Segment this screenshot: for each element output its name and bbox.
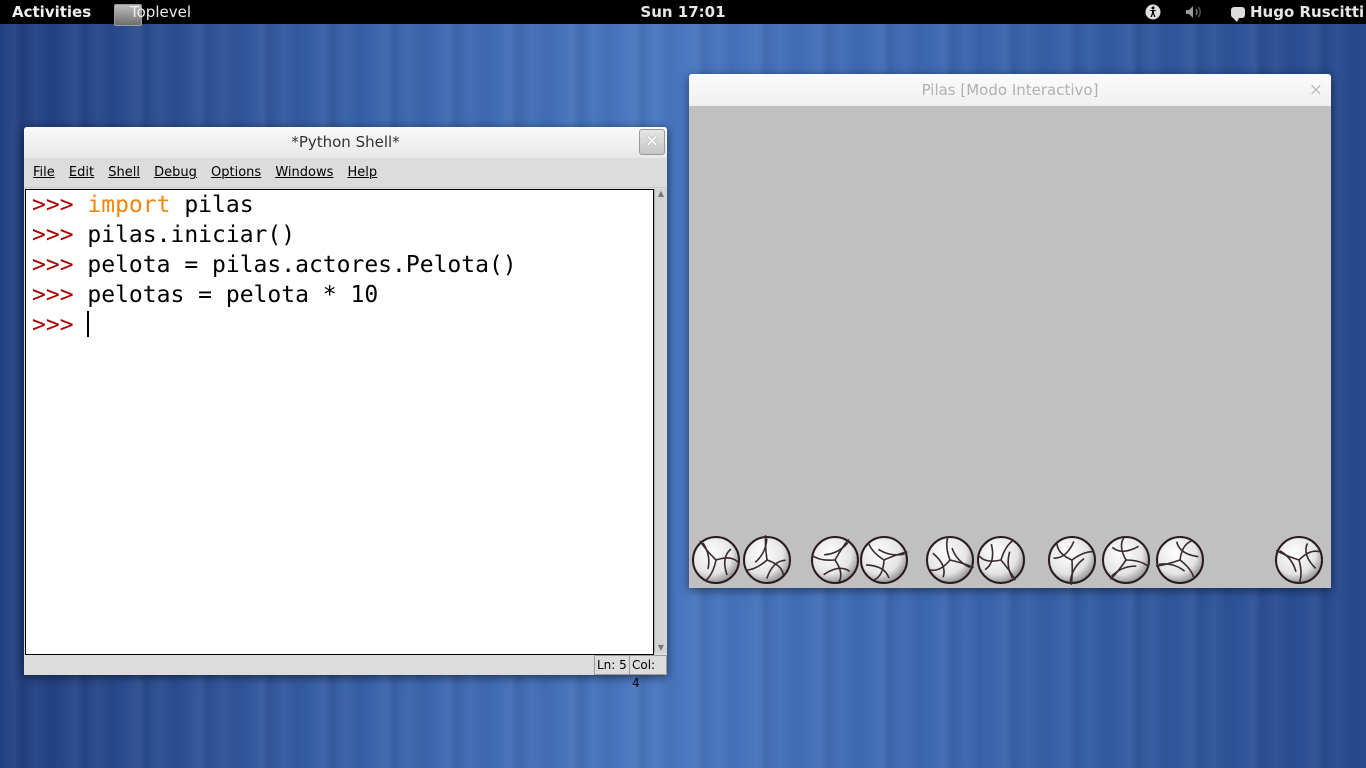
pelota-actor [976, 535, 1026, 585]
shell-menubar: File Edit Shell Debug Options Windows He… [24, 158, 667, 188]
menu-edit[interactable]: Edit [69, 165, 94, 180]
pelota-actor [1155, 535, 1205, 585]
shell-scrollbar[interactable]: ▲ ▼ [654, 189, 667, 653]
shell-close-button[interactable]: × [639, 129, 665, 155]
pilas-close-icon[interactable]: × [1309, 74, 1323, 107]
menu-debug[interactable]: Debug [154, 165, 197, 180]
accessibility-icon[interactable] [1145, 4, 1161, 20]
top-panel: Activities Toplevel Sun 17:01 Hugo Rusci… [0, 0, 1366, 26]
chat-icon [1231, 7, 1245, 22]
prompt: >>> [32, 312, 88, 338]
shell-titlebar[interactable]: *Python Shell* × [24, 127, 667, 158]
activities-button[interactable]: Activities [12, 0, 91, 24]
code-text: pelota = pilas.actores.Pelota() [87, 252, 517, 278]
code-text: pelotas = pelota * 10 [87, 282, 379, 308]
menu-file[interactable]: File [33, 165, 55, 180]
pilas-canvas[interactable] [690, 106, 1330, 587]
code-line: >>> import pilas [26, 190, 653, 220]
pilas-titlebar[interactable]: Pilas [Modo Interactivo] × [689, 74, 1331, 106]
user-menu[interactable]: Hugo Ruscitti [1231, 0, 1364, 24]
shell-window-title: *Python Shell* [291, 133, 400, 151]
python-shell-window: *Python Shell* × File Edit Shell Debug O… [24, 127, 667, 690]
prompt: >>> [32, 192, 88, 218]
menu-help[interactable]: Help [347, 165, 377, 180]
prompt: >>> [32, 222, 88, 248]
user-name: Hugo Ruscitti [1250, 3, 1365, 21]
code-line: >>> pelota = pilas.actores.Pelota() [26, 250, 653, 280]
pelota-actor [1047, 535, 1097, 585]
menu-shell[interactable]: Shell [108, 165, 140, 180]
pelota-actor [1101, 535, 1151, 585]
pelota-actor [810, 535, 860, 585]
pelota-actor [859, 535, 909, 585]
app-menu-label: Toplevel [130, 3, 191, 21]
volume-icon[interactable] [1184, 4, 1204, 20]
prompt: >>> [32, 252, 88, 278]
pelota-actor [925, 535, 975, 585]
scroll-up-icon[interactable]: ▲ [656, 189, 666, 199]
pilas-window: Pilas [Modo Interactivo] × [689, 74, 1331, 588]
code-text: pilas.iniciar() [87, 222, 296, 248]
code-line-current: >>> [26, 310, 653, 340]
clock-container: Sun 17:01 [0, 0, 1366, 24]
status-col: Col: 4 [629, 655, 667, 690]
pelota-actor [1274, 535, 1324, 585]
shell-statusbar: Ln: 5 Col: 4 [24, 654, 667, 690]
prompt: >>> [32, 282, 88, 308]
clock[interactable]: Sun 17:01 [640, 3, 725, 21]
close-icon: × [644, 131, 660, 151]
code-line: >>> pelotas = pelota * 10 [26, 280, 653, 310]
keyword: import [87, 192, 171, 218]
menu-windows[interactable]: Windows [275, 165, 333, 180]
scroll-down-icon[interactable]: ▼ [656, 643, 666, 653]
pelota-actor [742, 535, 792, 585]
shell-editor[interactable]: >>> import pilas >>> pilas.iniciar() >>>… [25, 189, 654, 655]
pilas-window-title: Pilas [Modo Interactivo] [921, 81, 1099, 99]
code-line: >>> pilas.iniciar() [26, 220, 653, 250]
status-line: Ln: 5 [594, 655, 630, 675]
text-cursor [87, 311, 90, 337]
menu-options[interactable]: Options [211, 165, 261, 180]
code-text: pilas [170, 192, 254, 218]
pelota-actor [691, 535, 741, 585]
